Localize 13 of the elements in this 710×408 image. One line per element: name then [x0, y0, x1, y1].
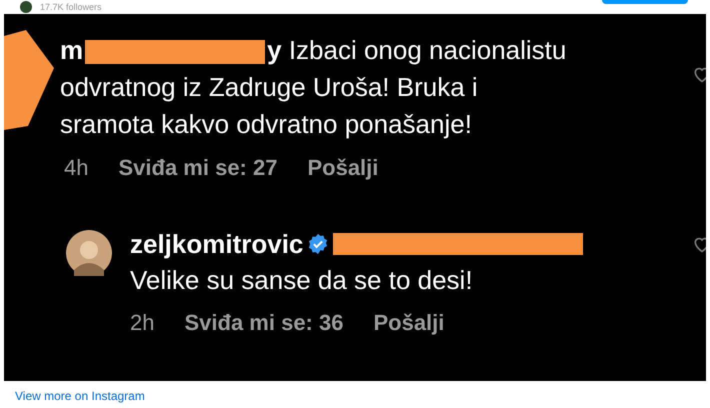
comment-time: 4h — [64, 154, 88, 182]
reply-link[interactable]: Pošalji — [373, 306, 444, 339]
avatar[interactable] — [20, 0, 32, 13]
like-count[interactable]: Sviđa mi se: 36 — [184, 306, 344, 339]
comment-text: m y Izbaci onog nacionalistu odvratnog iz Zadruge Uroša! Bruka i sramota kakvo odvratno ponašanje! — [60, 34, 568, 141]
comment-time: 2h — [130, 308, 154, 337]
view-more-link[interactable]: View more on Instagram — [15, 389, 145, 403]
like-count[interactable]: Sviđa mi se: 27 — [118, 150, 278, 184]
follower-count: 17.7K followers — [40, 2, 102, 12]
avatar[interactable] — [66, 230, 112, 276]
username[interactable]: zeljkomitrovic — [130, 226, 304, 262]
reply-link[interactable]: Pošalji — [307, 150, 378, 184]
comment-text: Velike su sanse da se to desi! — [130, 264, 474, 297]
